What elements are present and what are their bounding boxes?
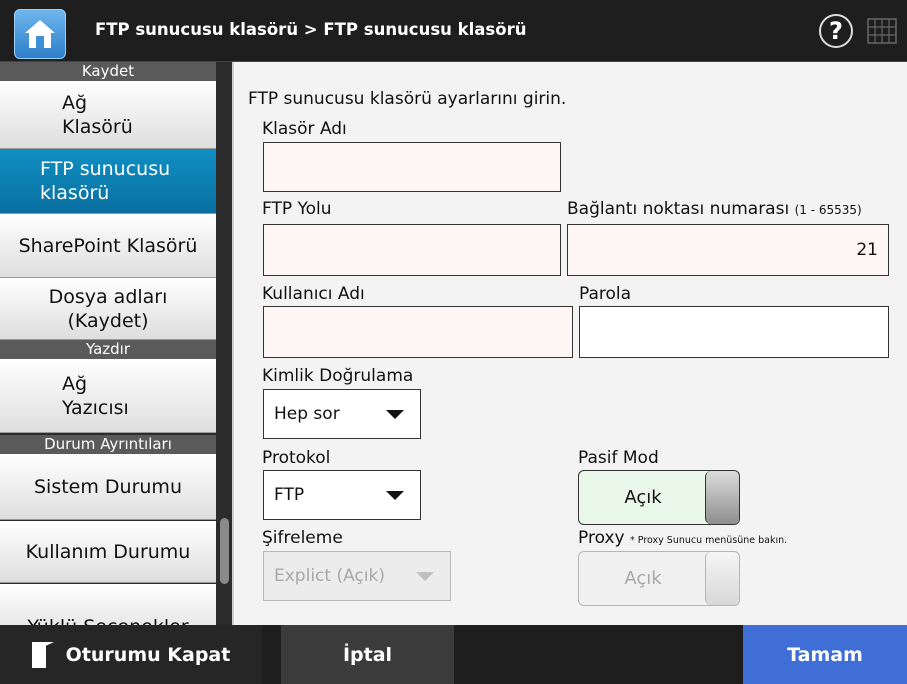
- cancel-button[interactable]: İptal: [281, 625, 454, 684]
- chevron-down-icon: [386, 410, 404, 419]
- sidebar: Kaydet Ağ Klasörü FTP sunucusu klasörü S…: [0, 62, 232, 625]
- app-window: FTP sunucusu klasörü > FTP sunucusu klas…: [0, 0, 907, 684]
- sidebar-item-file-names[interactable]: Dosya adları (Kaydet): [0, 278, 216, 340]
- logout-button[interactable]: Oturumu Kapat: [0, 625, 262, 684]
- password-field[interactable]: [579, 306, 889, 358]
- sidebar-item-ftp-folder[interactable]: FTP sunucusu klasörü: [0, 149, 216, 214]
- toggle-knob: [705, 552, 739, 605]
- auth-select[interactable]: Hep sor: [263, 389, 421, 439]
- auth-selected: Hep sor: [274, 404, 340, 424]
- proxy-label: Proxy * Proxy Sunucu menüsüne bakın.: [578, 528, 787, 548]
- port-value: 21: [856, 240, 878, 260]
- instruction-text: FTP sunucusu klasörü ayarlarını girin.: [248, 89, 567, 109]
- port-label-text: Bağlantı noktası numarası: [567, 199, 790, 219]
- encryption-select: Explict (Açık): [263, 551, 451, 601]
- help-icon: ?: [829, 17, 843, 45]
- port-field[interactable]: 21: [567, 224, 889, 276]
- sidebar-item-network-printer[interactable]: Ağ Yazıcısı: [0, 359, 216, 433]
- ok-button[interactable]: Tamam: [743, 625, 907, 684]
- chevron-down-icon: [416, 572, 434, 581]
- sidebar-item-network-folder[interactable]: Ağ Klasörü: [0, 81, 216, 149]
- sidebar-item-installed-options[interactable]: Yüklü Seçenekler: [0, 584, 216, 625]
- logout-label: Oturumu Kapat: [65, 643, 231, 666]
- home-button[interactable]: [14, 9, 66, 59]
- username-field[interactable]: [263, 306, 573, 358]
- encryption-selected: Explict (Açık): [274, 566, 385, 586]
- port-label: Bağlantı noktası numarası (1 - 65535): [567, 199, 862, 219]
- sidebar-section-yazdir: Yazdır: [0, 340, 216, 359]
- protocol-select[interactable]: FTP: [263, 470, 421, 520]
- toggle-knob: [705, 471, 739, 524]
- help-button[interactable]: ?: [819, 14, 853, 48]
- logout-door-icon: [31, 641, 54, 668]
- proxy-state: Açık: [624, 568, 662, 589]
- proxy-label-text: Proxy: [578, 528, 625, 548]
- passive-mode-label: Pasif Mod: [578, 448, 659, 468]
- ftp-path-field[interactable]: [263, 224, 561, 276]
- footer-bar: Oturumu Kapat İptal Tamam: [0, 625, 907, 684]
- settings-panel: FTP sunucusu klasörü ayarlarını girin. K…: [232, 62, 907, 625]
- page-title: FTP sunucusu klasörü > FTP sunucusu klas…: [95, 20, 527, 39]
- proxy-toggle: Açık: [578, 551, 740, 606]
- sidebar-item-system-status[interactable]: Sistem Durumu: [0, 454, 216, 520]
- sidebar-section-kaydet: Kaydet: [0, 62, 216, 81]
- password-label: Parola: [579, 284, 632, 304]
- sidebar-item-sharepoint[interactable]: SharePoint Klasörü: [0, 214, 216, 278]
- sidebar-item-usage-status[interactable]: Kullanım Durumu: [0, 521, 216, 583]
- protocol-selected: FTP: [274, 485, 305, 505]
- sidebar-scrollbar[interactable]: [220, 518, 229, 584]
- keyboard-icon[interactable]: [867, 18, 897, 44]
- folder-name-field[interactable]: [263, 142, 561, 192]
- port-range: (1 - 65535): [794, 203, 862, 217]
- header-bar: FTP sunucusu klasörü > FTP sunucusu klas…: [0, 0, 907, 62]
- passive-mode-toggle[interactable]: Açık: [578, 470, 740, 525]
- encryption-label: Şifreleme: [262, 528, 343, 548]
- chevron-down-icon: [386, 491, 404, 500]
- auth-label: Kimlik Doğrulama: [262, 366, 414, 386]
- folder-name-label: Klasör Adı: [262, 119, 347, 139]
- ftp-path-label: FTP Yolu: [262, 199, 332, 219]
- username-label: Kullanıcı Adı: [262, 284, 365, 304]
- passive-mode-state: Açık: [624, 487, 662, 508]
- sidebar-section-durum: Durum Ayrıntıları: [0, 435, 216, 454]
- protocol-label: Protokol: [262, 448, 331, 468]
- proxy-note: * Proxy Sunucu menüsüne bakın.: [629, 535, 788, 546]
- home-icon: [25, 20, 55, 48]
